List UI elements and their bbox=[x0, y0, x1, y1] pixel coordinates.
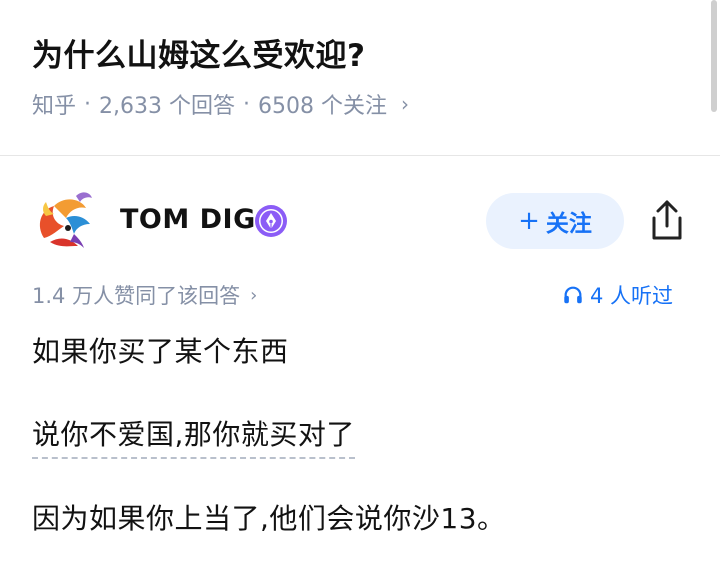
chevron-right-icon: › bbox=[250, 284, 258, 306]
answers-count: 2,633 个回答 bbox=[99, 94, 235, 119]
separator: · bbox=[243, 91, 250, 117]
approvals-count: 1.4 万人赞同了该回答 bbox=[32, 284, 241, 308]
author-name[interactable]: TOM DIG bbox=[120, 204, 256, 235]
approvals-link[interactable]: 1.4 万人赞同了该回答 › bbox=[32, 280, 257, 310]
answer-paragraph: 因为如果你上当了,他们会说你沙13。 bbox=[32, 502, 506, 535]
avatar[interactable] bbox=[30, 186, 102, 258]
answer-highlight-link[interactable]: 说你不爱国,那你就买对了 bbox=[32, 418, 355, 459]
answer-paragraph: 说你不爱国,那你就买对了 bbox=[32, 413, 355, 459]
follow-button[interactable]: + 关注 bbox=[486, 193, 624, 249]
headphones-icon bbox=[564, 286, 582, 304]
separator: · bbox=[84, 91, 92, 117]
question-title[interactable]: 为什么山姆这么受欢迎? bbox=[32, 30, 365, 75]
follow-label: 关注 bbox=[545, 211, 592, 237]
answer-paragraph: 如果你买了某个东西 bbox=[32, 335, 289, 368]
divider bbox=[0, 155, 720, 156]
question-meta[interactable]: 知乎 · 2,633 个回答 · 6508 个关注 › bbox=[32, 88, 409, 120]
followers-count: 6508 个关注 bbox=[258, 94, 387, 119]
plus-icon: + bbox=[518, 206, 540, 236]
share-icon[interactable] bbox=[646, 198, 688, 244]
pen-nib-badge-icon[interactable] bbox=[254, 204, 288, 238]
listened-link[interactable]: 4 人听过 bbox=[562, 280, 673, 310]
listened-count: 4 人听过 bbox=[590, 284, 674, 308]
source-label: 知乎 bbox=[32, 94, 77, 119]
scrollbar[interactable] bbox=[711, 0, 717, 112]
chevron-right-icon: › bbox=[400, 92, 409, 116]
